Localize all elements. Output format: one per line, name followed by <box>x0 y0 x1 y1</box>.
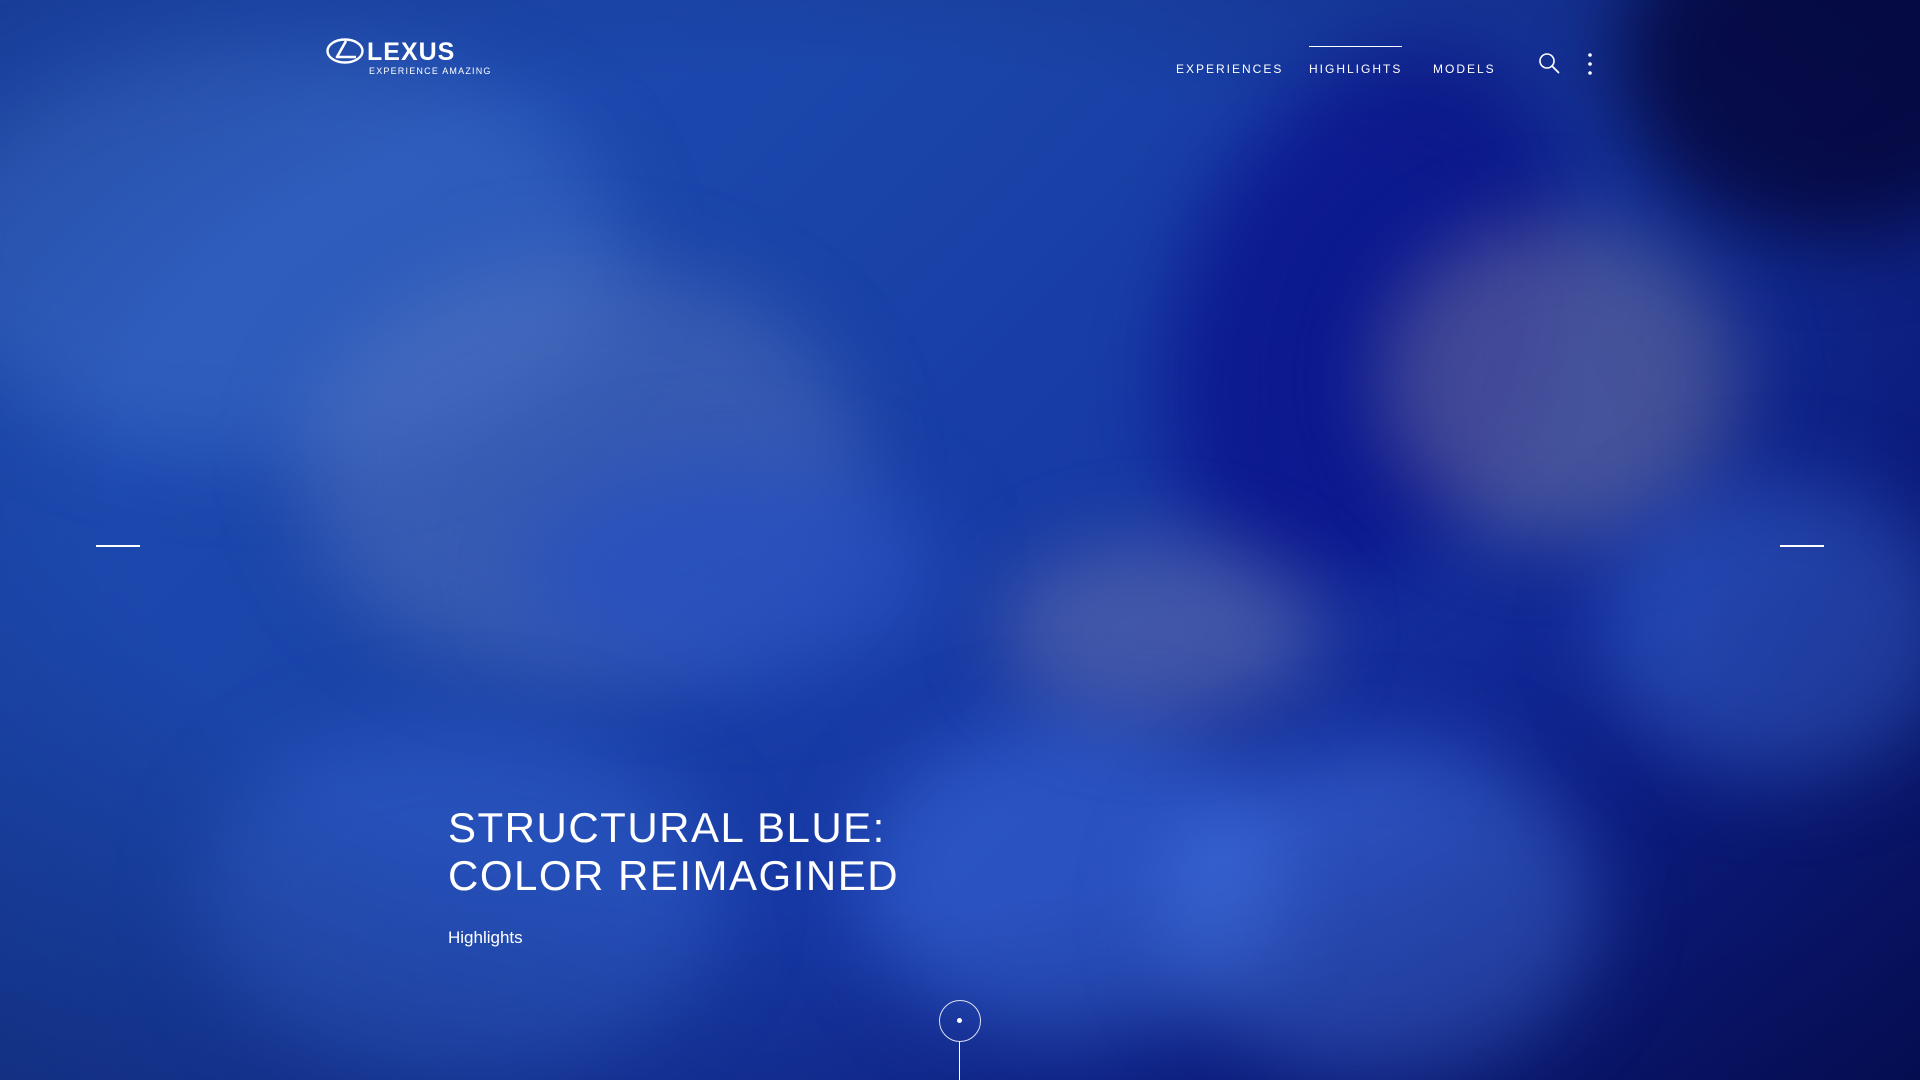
hero-stage: LEXUS EXPERIENCE AMAZING EXPERIENCES HIG… <box>0 0 1920 1080</box>
hero-title-line-2: COLOR REIMAGINED <box>448 852 900 899</box>
search-icon[interactable] <box>1538 52 1560 74</box>
scroll-dot <box>957 1018 962 1023</box>
nav-item-models[interactable]: MODELS <box>1433 62 1496 76</box>
lexus-logo[interactable]: LEXUS EXPERIENCE AMAZING <box>326 38 490 78</box>
scroll-down-indicator[interactable] <box>939 1000 981 1080</box>
nav-item-experiences[interactable]: EXPERIENCES <box>1176 62 1283 76</box>
brand-name: LEXUS <box>367 38 456 66</box>
carousel-next-arrow-icon[interactable] <box>1780 545 1824 547</box>
scroll-line <box>959 1041 960 1080</box>
nav-item-highlights[interactable]: HIGHLIGHTS <box>1309 46 1403 76</box>
carousel-prev-arrow-icon[interactable] <box>96 545 140 547</box>
vertical-dots-icon[interactable] <box>1586 52 1594 76</box>
hero-title[interactable]: STRUCTURAL BLUE: COLOR REIMAGINED <box>448 804 899 900</box>
hero-category-label[interactable]: Highlights <box>448 928 523 948</box>
brand-tagline: EXPERIENCE AMAZING <box>369 66 492 76</box>
hero-title-line-1: STRUCTURAL BLUE: <box>448 804 886 851</box>
lexus-emblem-icon <box>326 38 364 64</box>
